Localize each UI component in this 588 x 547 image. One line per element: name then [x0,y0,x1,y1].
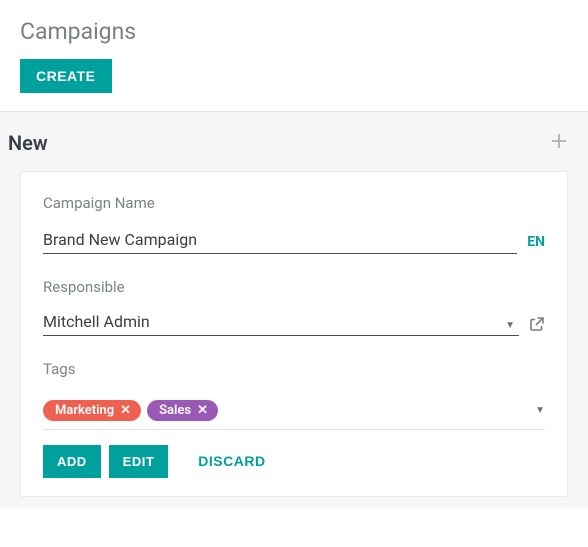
edit-button[interactable]: EDIT [109,445,169,478]
add-button[interactable]: ADD [43,445,101,478]
campaign-name-field: Campaign Name EN [43,194,545,254]
form-actions: ADD EDIT DISCARD [43,444,545,478]
tag-remove-button[interactable]: ✕ [118,404,133,417]
campaign-name-row: EN [43,228,545,254]
kanban-column: New Campaign Name EN Responsible Mitchel… [0,112,588,509]
campaign-name-label: Campaign Name [43,194,545,212]
tags-input[interactable]: Marketing ✕ Sales ✕ ▼ [43,394,545,430]
tag-label: Sales [159,403,191,418]
tag-label: Marketing [55,403,114,418]
campaign-name-input[interactable] [43,228,517,254]
column-title: New [8,131,48,155]
tag-sales: Sales ✕ [147,400,218,421]
external-link-button[interactable] [529,316,545,336]
responsible-row: Mitchell Admin ▼ [43,312,545,336]
responsible-field: Responsible Mitchell Admin ▼ [43,278,545,336]
tag-remove-button[interactable]: ✕ [195,404,210,417]
tag-marketing: Marketing ✕ [43,400,141,421]
language-badge[interactable]: EN [527,234,545,254]
discard-button[interactable]: DISCARD [188,444,275,478]
responsible-value: Mitchell Admin [43,312,501,331]
tags-label: Tags [43,360,545,378]
plus-icon [552,134,566,148]
campaign-form-card: Campaign Name EN Responsible Mitchell Ad… [20,171,568,497]
chevron-down-icon: ▼ [501,320,519,331]
add-column-button[interactable] [550,130,568,155]
responsible-label: Responsible [43,278,545,296]
column-header: New [20,130,568,155]
page-title: Campaigns [20,18,568,45]
chevron-down-icon: ▼ [535,405,545,416]
responsible-select[interactable]: Mitchell Admin ▼ [43,312,519,336]
create-button[interactable]: CREATE [20,59,112,93]
tags-field: Tags Marketing ✕ Sales ✕ ▼ [43,360,545,430]
page-header: Campaigns CREATE [0,0,588,111]
external-link-icon [529,316,545,332]
